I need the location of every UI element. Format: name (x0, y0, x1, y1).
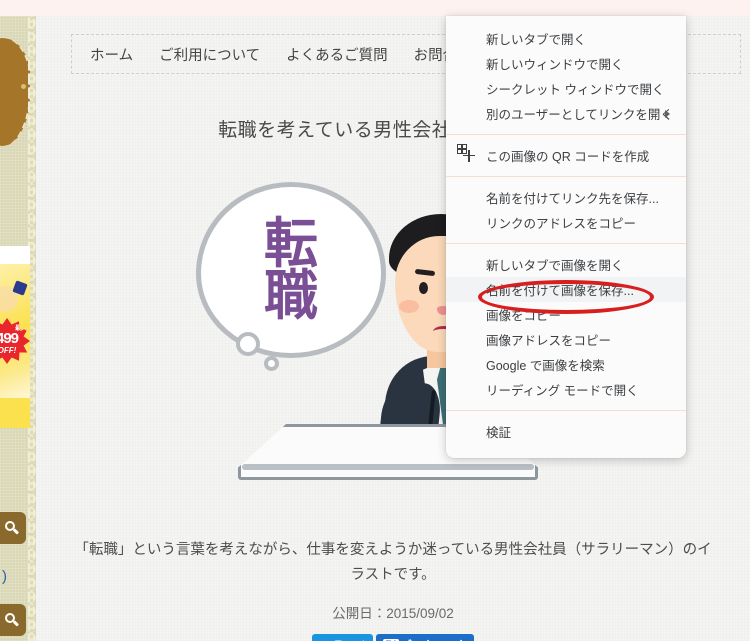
chevron-right-icon (665, 109, 670, 118)
menu-item-copy-image-address[interactable]: 画像アドレスをコピー (446, 327, 686, 352)
sidebar-ad-banner[interactable]: 最大 499 OFF! (0, 246, 30, 428)
qr-code-icon (457, 143, 476, 163)
sidebar-paren-fragment: ) (2, 568, 7, 585)
ad-artwork: 最大 499 OFF! (0, 264, 30, 414)
ad-bottom-strip (0, 398, 30, 428)
menu-item-open-reading-mode[interactable]: リーディング モードで開く (446, 377, 686, 402)
hatena-bookmark-button[interactable]: B! ブックマーク (376, 634, 474, 641)
publish-date: 公開日：2015/09/02 (332, 606, 454, 621)
menu-separator (446, 176, 686, 177)
menu-item-copy-link-address[interactable]: リンクのアドレスをコピー (446, 210, 686, 235)
hatena-button-label: ブックマーク (401, 637, 467, 641)
thought-bubble-tail-small (264, 356, 279, 371)
menu-item-inspect[interactable]: 検証 (446, 419, 686, 444)
menu-item-search-image-google[interactable]: Google で画像を検索 (446, 352, 686, 377)
ad-burst-amount: 499 (0, 330, 19, 347)
rail-scallop-stitch (30, 16, 33, 641)
menu-item-open-new-window[interactable]: 新しいウィンドウで開く (446, 51, 686, 76)
tweet-button[interactable]: 🐦 Tweet (312, 634, 374, 641)
thought-kanji-line2: 職 (264, 264, 318, 327)
browser-context-menu[interactable]: 新しいタブで開く 新しいウィンドウで開く シークレット ウィンドウで開く 別のユ… (446, 16, 686, 458)
thought-bubble-text: 転 職 (201, 187, 381, 353)
top-band (0, 0, 750, 16)
search-icon (5, 612, 20, 628)
social-share-buttons: 🐦 Tweet B! ブックマーク (36, 634, 750, 641)
menu-item-create-qr-code[interactable]: この画像の QR コードを作成 (446, 143, 686, 168)
character-eye-left (419, 282, 428, 294)
nav-item-usage[interactable]: ご利用について (159, 44, 260, 65)
character-cheek-left (399, 300, 419, 313)
ad-burst-suffix: OFF! (0, 346, 17, 355)
illustration-description: 「転職」という言葉を考えながら、仕事を変えようか迷っている男性会社員（サラリーマ… (74, 542, 712, 584)
menu-separator (446, 134, 686, 135)
sidebar-search-button-top[interactable] (0, 512, 26, 544)
menu-item-open-incognito[interactable]: シークレット ウィンドウで開く (446, 76, 686, 101)
nav-item-home[interactable]: ホーム (90, 44, 133, 65)
thought-bubble-tail-large (236, 332, 260, 356)
thought-bubble: 転 職 (196, 182, 386, 358)
menu-item-open-image-new-tab[interactable]: 新しいタブで画像を開く (446, 252, 686, 277)
desk-edge (242, 464, 534, 470)
thought-kanji-line1: 転 (264, 212, 318, 276)
menu-separator (446, 243, 686, 244)
menu-item-label: この画像の QR コードを作成 (486, 150, 650, 164)
screenshot-root: 最大 499 OFF! ) ホーム ご利用について よくあるご質問 お問合せ 転… (0, 0, 750, 641)
menu-item-label: 別のユーザーとしてリンクを開く (486, 108, 673, 122)
menu-separator (446, 410, 686, 411)
ad-kite-decoration (12, 280, 28, 296)
menu-item-save-image-as[interactable]: 名前を付けて画像を保存... (446, 277, 686, 302)
ad-discount-burst: 最大 499 OFF! (0, 318, 30, 364)
search-icon (5, 520, 20, 536)
menu-item-save-link-as[interactable]: 名前を付けてリンク先を保存... (446, 185, 686, 210)
sidebar-search-button-bottom[interactable] (0, 604, 26, 636)
nav-item-faq[interactable]: よくあるご質問 (286, 44, 388, 65)
menu-item-open-new-tab[interactable]: 新しいタブで開く (446, 26, 686, 51)
menu-item-open-as-other-user[interactable]: 別のユーザーとしてリンクを開く (446, 101, 686, 126)
menu-item-copy-image[interactable]: 画像をコピー (446, 302, 686, 327)
